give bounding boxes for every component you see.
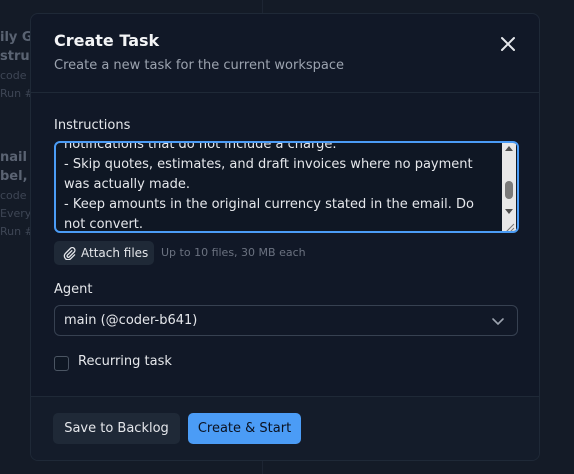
instructions-text[interactable]: notifications that do not include a char… <box>64 143 496 231</box>
scroll-thumb[interactable] <box>505 181 513 199</box>
instructions-label: Instructions <box>54 118 131 133</box>
dialog-footer: Save to Backlog Create & Start <box>31 396 539 460</box>
recurring-task-label[interactable]: Recurring task <box>78 354 172 369</box>
agent-selected-value: main (@coder-b641) <box>64 313 198 328</box>
dialog-title: Create Task <box>54 31 160 50</box>
scroll-down-arrow-icon[interactable] <box>505 209 513 214</box>
attach-files-button[interactable]: Attach files <box>54 241 154 265</box>
close-icon <box>501 37 515 51</box>
dialog-subtitle: Create a new task for the current worksp… <box>54 58 345 73</box>
instructions-textarea[interactable]: notifications that do not include a char… <box>54 141 519 233</box>
resize-handle[interactable] <box>502 218 516 231</box>
agent-select[interactable]: main (@coder-b641) <box>54 305 518 336</box>
scroll-up-arrow-icon[interactable] <box>505 146 513 151</box>
recurring-task-checkbox[interactable] <box>54 356 69 371</box>
close-button[interactable] <box>499 35 517 53</box>
attach-hint: Up to 10 files, 30 MB each <box>161 246 306 259</box>
resize-grip-icon <box>506 223 515 231</box>
create-task-dialog: Create Task Create a new task for the cu… <box>30 13 540 461</box>
chevron-down-icon <box>492 318 504 326</box>
save-to-backlog-button[interactable]: Save to Backlog <box>53 413 180 444</box>
create-and-start-button[interactable]: Create & Start <box>188 413 301 444</box>
dialog-header: Create Task Create a new task for the cu… <box>31 14 539 93</box>
agent-label: Agent <box>54 282 93 297</box>
attach-files-label: Attach files <box>81 246 149 260</box>
paperclip-icon <box>63 246 76 260</box>
